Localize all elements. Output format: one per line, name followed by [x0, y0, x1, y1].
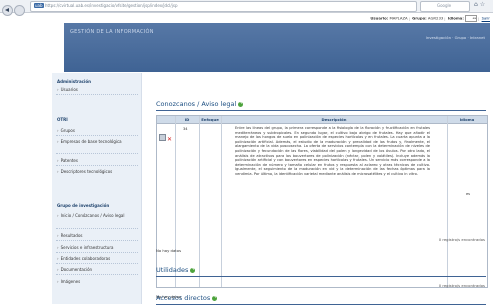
- divider: [56, 135, 138, 136]
- content-table: ID Enfoque Descripción Idioma ✕ 34 Entre…: [156, 115, 488, 288]
- table-header: ID Enfoque Descripción Idioma: [157, 116, 487, 124]
- divider: [56, 153, 138, 154]
- empty-message: No hay datos: [156, 294, 182, 299]
- column-header-enfoque[interactable]: Enfoque: [199, 117, 221, 122]
- column-divider: [199, 116, 200, 287]
- sidebar-item-entidades[interactable]: › Entidades colaboradoras: [57, 256, 137, 262]
- language-label: Idioma:: [447, 15, 464, 21]
- sidebar-item-patentes[interactable]: › Patentes: [57, 158, 137, 164]
- divider: [56, 240, 138, 241]
- records-count: 0 registro/s encontrados: [438, 283, 485, 288]
- add-icon[interactable]: [190, 266, 196, 273]
- delete-icon[interactable]: ✕: [167, 137, 172, 143]
- language-select[interactable]: es: [465, 15, 478, 22]
- column-header-descripcion[interactable]: Descripción: [221, 117, 447, 122]
- search-box[interactable]: Google: [420, 1, 470, 12]
- column-divider: [447, 116, 448, 287]
- column-header-idioma[interactable]: Idioma: [447, 117, 487, 122]
- group-label: Grupo:: [412, 15, 427, 21]
- toolbar-icons[interactable]: ⌂ ☆: [474, 1, 485, 8]
- sidebar-section-title: OTRI: [57, 117, 68, 122]
- search-placeholder: Google: [437, 3, 452, 8]
- divider: [56, 94, 138, 95]
- column-divider: [221, 116, 222, 287]
- divider: [56, 274, 138, 275]
- empty-message: No hay datos: [156, 248, 182, 253]
- chevron-right-icon: ›: [57, 256, 59, 261]
- edit-icon[interactable]: [159, 134, 166, 141]
- chevron-right-icon: ›: [57, 245, 59, 250]
- sidebar-item-usuarios[interactable]: › Usuarios: [57, 87, 137, 93]
- back-button[interactable]: [2, 5, 13, 16]
- chevron-right-icon: ›: [57, 87, 59, 92]
- forward-button[interactable]: [14, 5, 25, 16]
- section-rule: [156, 276, 486, 277]
- sidebar-item-resultados[interactable]: › Resultados: [57, 233, 137, 239]
- nav-buttons: [2, 1, 28, 16]
- add-icon[interactable]: [238, 100, 243, 107]
- sidebar-item-servicios[interactable]: › Servicios e infraestructura: [57, 245, 137, 251]
- sidebar-item-empresas[interactable]: › Empresas de base tecnológica: [57, 139, 137, 145]
- cell-language: es: [465, 192, 471, 196]
- add-icon[interactable]: [212, 294, 217, 301]
- sidebar-item-documentacion[interactable]: › Documentación: [57, 267, 137, 273]
- row-actions: ✕: [159, 126, 172, 145]
- url-text: https://cvirtual.uab.es/investigacio/vfs…: [45, 3, 178, 8]
- user-label: Usuario:: [370, 15, 389, 21]
- group-value: AGR233: [427, 15, 444, 21]
- sidebar: Administración › Usuarios OTRI › Grupos › E…: [52, 73, 142, 304]
- sidebar-item-grupos[interactable]: › Grupos: [57, 128, 137, 134]
- exit-link[interactable]: Salir: [482, 16, 490, 21]
- address-bar[interactable]: uab https://cvirtual.uab.es/investigacio…: [30, 1, 417, 12]
- chevron-right-icon: ›: [57, 233, 59, 238]
- sidebar-item-inicio[interactable]: › Inicio / Conózcanos / Aviso legal: [57, 213, 137, 219]
- column-header-id[interactable]: ID: [175, 117, 199, 122]
- chevron-right-icon: ›: [57, 267, 59, 272]
- chevron-right-icon: ›: [57, 158, 59, 163]
- banner-subtitle: Investigación · Grupo · Intranet: [425, 35, 485, 40]
- user-info-bar: Usuario: MAPLAZA| Grupo: AGR233| Idioma:…: [370, 15, 490, 22]
- divider: [56, 228, 138, 229]
- browser-toolbar: uab https://cvirtual.uab.es/investigacio…: [0, 0, 493, 16]
- cell-description: Entre las líneas del grupo, la primera c…: [235, 126, 430, 176]
- chevron-right-icon: ›: [57, 213, 59, 218]
- user-value: MAPLAZA: [389, 15, 408, 21]
- section-title-conozcanos: Conozcanos / Aviso legal: [156, 100, 243, 108]
- divider: [56, 263, 138, 264]
- column-divider: [175, 116, 176, 287]
- sidebar-item-descriptores[interactable]: › Descriptores tecnológicos: [57, 169, 137, 175]
- records-count: 0 registro/s encontrados: [438, 237, 485, 242]
- sidebar-item-imagenes[interactable]: › Imágenes: [57, 279, 137, 285]
- site-identity-badge[interactable]: uab: [34, 3, 44, 8]
- divider: [56, 252, 138, 253]
- chevron-right-icon: ›: [57, 169, 59, 174]
- section-title-utilidades: Utilidades: [156, 266, 196, 274]
- cell-id: 34: [183, 127, 188, 131]
- divider: [56, 165, 138, 166]
- chevron-right-icon: ›: [57, 139, 59, 144]
- sidebar-section-title: Administración: [57, 79, 92, 84]
- chevron-right-icon: ›: [57, 279, 59, 284]
- section-rule: [156, 110, 486, 111]
- header-banner: GESTIÓN DE LA INFORMACIÓN Investigación …: [64, 23, 490, 72]
- banner-title: GESTIÓN DE LA INFORMACIÓN: [70, 29, 154, 35]
- sidebar-section-title: Grupo de investigación: [57, 203, 110, 208]
- chevron-right-icon: ›: [57, 128, 59, 133]
